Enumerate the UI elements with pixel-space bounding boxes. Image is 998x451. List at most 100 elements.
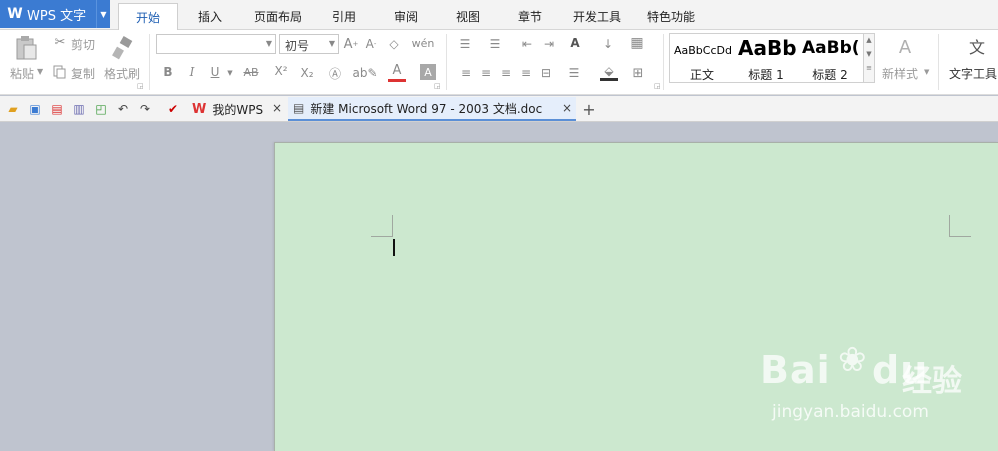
tab-references[interactable]: 引用 (322, 3, 366, 30)
chevron-down-icon[interactable]: ▼ (924, 68, 929, 76)
document-workspace[interactable] (0, 122, 998, 451)
borders-icon[interactable]: ⊞ (630, 65, 646, 81)
align-center-icon[interactable]: ≡ (478, 65, 494, 81)
phonetic-guide-icon[interactable]: wén (412, 34, 435, 52)
style-name: 标题 2 (812, 68, 848, 82)
dialog-launcher-icon[interactable]: ◲ (137, 82, 144, 90)
close-icon[interactable]: × (562, 101, 572, 115)
paste-icon[interactable] (12, 34, 40, 62)
font-size-value: 初号 (285, 39, 310, 53)
quick-access-bar: ▰ ▣ ▤ ▥ ◰ ↶ ↷ ✔ W 我的WPS × ▤ 新建 Microsoft… (0, 96, 998, 122)
app-menu-button[interactable]: W WPS 文字 ▼ (0, 0, 110, 28)
change-case-icon[interactable]: A (564, 34, 586, 52)
decrease-indent-icon[interactable]: ⇤ (518, 36, 536, 52)
table-grid-icon[interactable]: ▦ (628, 34, 646, 52)
doc-tab-active[interactable]: ▤ 新建 Microsoft Word 97 - 2003 文档.doc × (288, 97, 576, 121)
doc-tab-label: 我的WPS (212, 102, 264, 117)
tab-insert[interactable]: 插入 (184, 3, 236, 30)
save-icon[interactable]: ▣ (26, 100, 44, 118)
tab-developer[interactable]: 开发工具 (566, 3, 628, 30)
styles-scrollbar[interactable]: ▲ ▼ ≡ (864, 33, 875, 83)
style-sample: AaBb( (802, 38, 860, 58)
tab-special-features[interactable]: 特色功能 (640, 3, 702, 30)
wps-logo-icon: W (192, 101, 207, 117)
ribbon-home: 粘贴 ▼ ✂ 剪切 复制 格式刷 ◲ ▼ 初号 ▼ A + A- ◇ wén B … (0, 30, 998, 95)
justify-icon[interactable]: ≡ (518, 65, 534, 81)
margin-corner-top-right (949, 215, 971, 237)
new-style-button[interactable]: 新样式 (882, 65, 918, 82)
chevron-down-icon[interactable]: ▼ (226, 68, 234, 78)
style-normal[interactable]: AaBbCcDd 正文 (670, 34, 734, 84)
undo-icon[interactable]: ↶ (114, 100, 132, 118)
font-size-combo[interactable]: 初号 ▼ (279, 34, 339, 54)
paste-dropdown-icon[interactable]: ▼ (37, 67, 43, 76)
align-right-icon[interactable]: ≡ (498, 65, 514, 81)
dialog-launcher-icon[interactable]: ◲ (654, 82, 661, 90)
distribute-icon[interactable]: ⊟ (538, 65, 554, 81)
clear-format-icon[interactable]: ◇ (385, 35, 403, 53)
chevron-up-icon[interactable]: ▲ (864, 36, 874, 44)
cut-button[interactable]: 剪切 (71, 36, 95, 53)
increase-indent-icon[interactable]: ⇥ (540, 36, 558, 52)
scissors-icon[interactable]: ✂ (52, 34, 68, 50)
open-folder-icon[interactable]: ▰ (4, 100, 22, 118)
char-shading-icon[interactable]: A (420, 64, 436, 80)
doc-tab-my-wps[interactable]: W 我的WPS × (188, 97, 286, 121)
subscript-icon[interactable]: X₂ (298, 64, 316, 82)
text-tools-button[interactable]: 文字工具 (949, 65, 997, 82)
tab-view[interactable]: 视图 (446, 3, 490, 30)
bullet-list-icon[interactable]: ☰ (456, 36, 474, 52)
sort-icon[interactable]: ↓ (598, 36, 618, 52)
style-heading-2[interactable]: AaBb( 标题 2 (798, 34, 862, 84)
tab-home[interactable]: 开始 (118, 3, 178, 31)
format-painter-icon[interactable] (110, 34, 136, 62)
print-preview-icon[interactable]: ◰ (92, 100, 110, 118)
paste-label[interactable]: 粘贴 (10, 65, 34, 82)
group-divider (446, 34, 447, 90)
chevron-down-icon[interactable]: ▼ (96, 0, 110, 28)
group-divider (149, 34, 150, 90)
grow-font-icon[interactable]: A + (342, 35, 360, 53)
group-divider (938, 34, 939, 90)
style-sample: AaBbCcDd (674, 44, 732, 57)
print-icon[interactable]: ▥ (70, 100, 88, 118)
doc-tab-label: 新建 Microsoft Word 97 - 2003 文档.doc (310, 101, 543, 116)
export-pdf-icon[interactable]: ▤ (48, 100, 66, 118)
tab-review[interactable]: 审阅 (384, 3, 428, 30)
copy-icon[interactable] (52, 64, 68, 80)
font-name-combo[interactable]: ▼ (156, 34, 276, 54)
line-spacing-icon[interactable]: ☰ (564, 65, 584, 81)
numbered-list-icon[interactable]: ☰ (486, 36, 504, 52)
italic-icon[interactable]: I (184, 64, 200, 80)
superscript-icon[interactable]: X² (272, 62, 290, 80)
strikethrough-icon[interactable]: AB (240, 64, 262, 80)
tab-chapter[interactable]: 章节 (508, 3, 552, 30)
close-icon[interactable]: × (272, 101, 282, 115)
copy-button[interactable]: 复制 (71, 65, 95, 82)
customize-toolbar-icon[interactable]: ✔ (164, 100, 182, 118)
highlight-icon[interactable]: ab✎ (352, 64, 377, 82)
text-effect-icon[interactable]: Ⓐ (326, 64, 344, 82)
shrink-font-icon[interactable]: A- (362, 35, 380, 53)
redo-icon[interactable]: ↷ (136, 100, 154, 118)
style-sample: AaBb (738, 36, 797, 60)
chevron-down-icon: ▼ (328, 39, 335, 48)
dialog-launcher-icon[interactable]: ◲ (434, 82, 441, 90)
style-heading-1[interactable]: AaBb 标题 1 (734, 34, 798, 84)
underline-icon[interactable]: U (207, 64, 223, 80)
document-page[interactable] (274, 142, 998, 451)
align-left-icon[interactable]: ≡ (458, 65, 474, 81)
font-color-icon[interactable]: A (388, 62, 406, 82)
chevron-down-icon[interactable]: ▼ (864, 50, 874, 58)
chevron-down-icon: ▼ (265, 39, 272, 48)
paragraph-shading-icon[interactable]: ⬙ (600, 63, 618, 81)
bold-icon[interactable]: B (160, 64, 176, 80)
more-styles-icon[interactable]: ≡ (864, 64, 874, 72)
document-icon: ▤ (293, 101, 305, 115)
tab-page-layout[interactable]: 页面布局 (246, 3, 310, 30)
new-style-icon[interactable]: A (890, 34, 920, 60)
app-title: WPS 文字 (27, 8, 87, 24)
format-painter-button[interactable]: 格式刷 (104, 65, 140, 82)
text-tools-icon[interactable]: 文 (965, 34, 989, 58)
new-tab-plus-icon[interactable]: + (580, 100, 598, 119)
